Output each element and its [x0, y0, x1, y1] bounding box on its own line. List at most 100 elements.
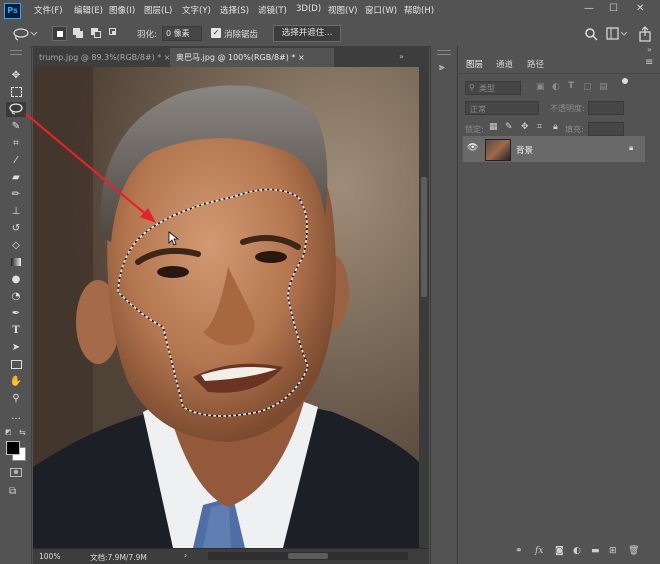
fill-input[interactable]	[588, 122, 624, 136]
new-group-icon[interactable]: ▬	[591, 546, 600, 556]
marquee-tool-icon[interactable]	[6, 85, 26, 100]
layer-filter-dropdown[interactable]: ⚲ 类型	[465, 81, 521, 95]
status-menu-arrow[interactable]: ›	[184, 551, 187, 560]
lock-paint-icon[interactable]: ✎	[505, 122, 513, 132]
foreground-color-swatch[interactable]	[6, 441, 20, 455]
search-icon[interactable]	[584, 27, 598, 41]
panel-menu-icon[interactable]: ≡	[645, 57, 653, 68]
default-colors-icon[interactable]: ◩	[5, 428, 12, 436]
horizontal-scroll-thumb[interactable]	[288, 553, 328, 559]
close-button[interactable]: ✕	[636, 3, 644, 14]
pen-tool-icon[interactable]: ✒	[6, 306, 26, 321]
eyedropper-tool-icon[interactable]: ⁄	[6, 153, 26, 168]
filter-smart-object-icon[interactable]: ▤	[599, 82, 608, 92]
filter-shape-icon[interactable]: ▢	[583, 82, 592, 92]
feather-input[interactable]: 0 像素	[162, 26, 202, 41]
crop-tool-icon[interactable]: ⌗	[6, 136, 26, 151]
visibility-eye-icon[interactable]: 👁︎	[467, 143, 478, 153]
status-bar: 100% 文档:7.9M/7.9M ›	[33, 548, 429, 564]
adjustment-layer-icon[interactable]: ◐	[573, 546, 581, 556]
document-canvas[interactable]	[33, 67, 419, 548]
panel-collapse-icon[interactable]: »	[647, 45, 652, 54]
tab-obama[interactable]: 奥巴马.jpg @ 100%(RGB/8#) * ×	[170, 48, 334, 67]
blur-tool-icon[interactable]: ●	[6, 272, 26, 287]
intersect-selection-icon[interactable]	[107, 26, 122, 41]
lock-transparent-icon[interactable]: ▦	[489, 122, 498, 132]
menu-layer[interactable]: 图层(L)	[144, 4, 172, 16]
dodge-tool-icon[interactable]: ◔	[6, 289, 26, 304]
menu-edit[interactable]: 编辑(E)	[74, 4, 103, 16]
blend-mode-dropdown[interactable]: 正常	[465, 101, 539, 115]
layer-row-background[interactable]: 👁︎ 背景 🔒︎	[463, 136, 645, 162]
tab-paths[interactable]: 路径	[527, 58, 544, 70]
panel-collapse-icon[interactable]: ⫸	[439, 62, 445, 73]
menu-help[interactable]: 帮助(H)	[404, 4, 434, 16]
gradient-tool-icon[interactable]	[6, 255, 26, 270]
hand-tool-icon[interactable]: ✋	[6, 374, 26, 389]
more-tools-icon[interactable]: ···	[6, 412, 26, 427]
layer-style-icon[interactable]: fx	[535, 546, 543, 556]
share-icon[interactable]	[638, 26, 652, 42]
lock-position-icon[interactable]: ✥	[521, 122, 529, 132]
workspace-icon[interactable]	[606, 27, 628, 41]
delete-layer-icon[interactable]: 🗑︎	[628, 546, 639, 556]
minimize-button[interactable]: —	[584, 3, 594, 14]
screen-mode-icon[interactable]: ⧉	[9, 486, 16, 497]
menu-filter[interactable]: 滤镜(T)	[258, 4, 287, 16]
subtract-selection-icon[interactable]	[89, 26, 104, 41]
filter-toggle-icon[interactable]	[622, 78, 628, 84]
tab-close-icon[interactable]: ×	[298, 53, 305, 62]
tab-channels[interactable]: 通道	[496, 58, 513, 70]
toolbar-grip-icon	[10, 50, 22, 55]
clone-stamp-tool-icon[interactable]: ⊥	[6, 204, 26, 219]
add-selection-icon[interactable]	[71, 26, 86, 41]
tools-panel: ✥ ✎ ⌗ ⁄ ▰ ✏ ⊥ ↺ ◇ ● ◔ ✒ T ➤ ✋ ⚲ ··· ◩ ⇆ …	[0, 46, 32, 564]
menu-image[interactable]: 图像(I)	[109, 4, 135, 16]
menu-type[interactable]: 文字(Y)	[182, 4, 211, 16]
layer-name[interactable]: 背景	[516, 144, 533, 156]
menu-select[interactable]: 选择(S)	[220, 4, 249, 16]
menu-window[interactable]: 窗口(W)	[365, 4, 397, 16]
filter-type-icon[interactable]: T	[568, 81, 574, 91]
tabs-overflow-icon[interactable]: »	[399, 52, 404, 61]
maximize-button[interactable]: ☐	[609, 3, 618, 14]
new-layer-icon[interactable]: ⊞	[609, 546, 617, 556]
type-tool-icon[interactable]: T	[6, 323, 26, 338]
path-select-tool-icon[interactable]: ➤	[6, 340, 26, 355]
panel-header: »	[459, 45, 660, 54]
menu-3d[interactable]: 3D(D)	[296, 4, 321, 14]
swap-colors-icon[interactable]: ⇆	[19, 428, 26, 437]
quick-select-tool-icon[interactable]: ✎	[6, 119, 26, 134]
lasso-tool-icon[interactable]	[6, 102, 26, 117]
shape-tool-icon[interactable]	[6, 357, 26, 372]
lasso-preset-icon[interactable]	[12, 27, 38, 41]
add-mask-icon[interactable]: ◙	[555, 546, 564, 556]
lock-all-icon[interactable]: 🔒︎	[553, 122, 558, 132]
link-layers-icon[interactable]: ⚭	[515, 546, 523, 556]
tab-trump[interactable]: trump.jpg @ 89.3%(RGB/8#) * ×	[33, 48, 171, 67]
layer-thumbnail	[485, 139, 511, 161]
zoom-level[interactable]: 100%	[39, 552, 60, 561]
quick-mask-icon[interactable]	[10, 468, 22, 477]
antialias-label: 消除锯齿	[224, 30, 259, 40]
vertical-scrollbar[interactable]	[419, 67, 429, 548]
layers-panel: » 图层 通道 路径 ≡ ⚲ 类型 ▣ ◐ T ▢ ▤ 正常 不透明度: 锁定:…	[459, 45, 660, 564]
eraser-tool-icon[interactable]: ◇	[6, 238, 26, 253]
horizontal-scrollbar[interactable]	[208, 552, 408, 560]
history-brush-tool-icon[interactable]: ↺	[6, 221, 26, 236]
menu-file[interactable]: 文件(F)	[34, 4, 63, 16]
vertical-scroll-thumb[interactable]	[421, 177, 427, 297]
select-and-mask-button[interactable]: 选择并遮住...	[273, 25, 341, 42]
opacity-input[interactable]	[588, 101, 624, 115]
lock-artboard-icon[interactable]: ⌗	[537, 122, 542, 132]
menu-view[interactable]: 视图(V)	[328, 4, 357, 16]
move-tool-icon[interactable]: ✥	[6, 68, 26, 83]
new-selection-icon[interactable]	[52, 26, 67, 41]
filter-pixel-icon[interactable]: ▣	[536, 82, 545, 92]
zoom-tool-icon[interactable]: ⚲	[6, 391, 26, 406]
healing-brush-tool-icon[interactable]: ▰	[6, 170, 26, 185]
antialias-checkbox[interactable]: ✓	[211, 28, 221, 38]
brush-tool-icon[interactable]: ✏	[6, 187, 26, 202]
tab-layers[interactable]: 图层	[466, 58, 483, 70]
filter-adjustment-icon[interactable]: ◐	[552, 82, 560, 92]
